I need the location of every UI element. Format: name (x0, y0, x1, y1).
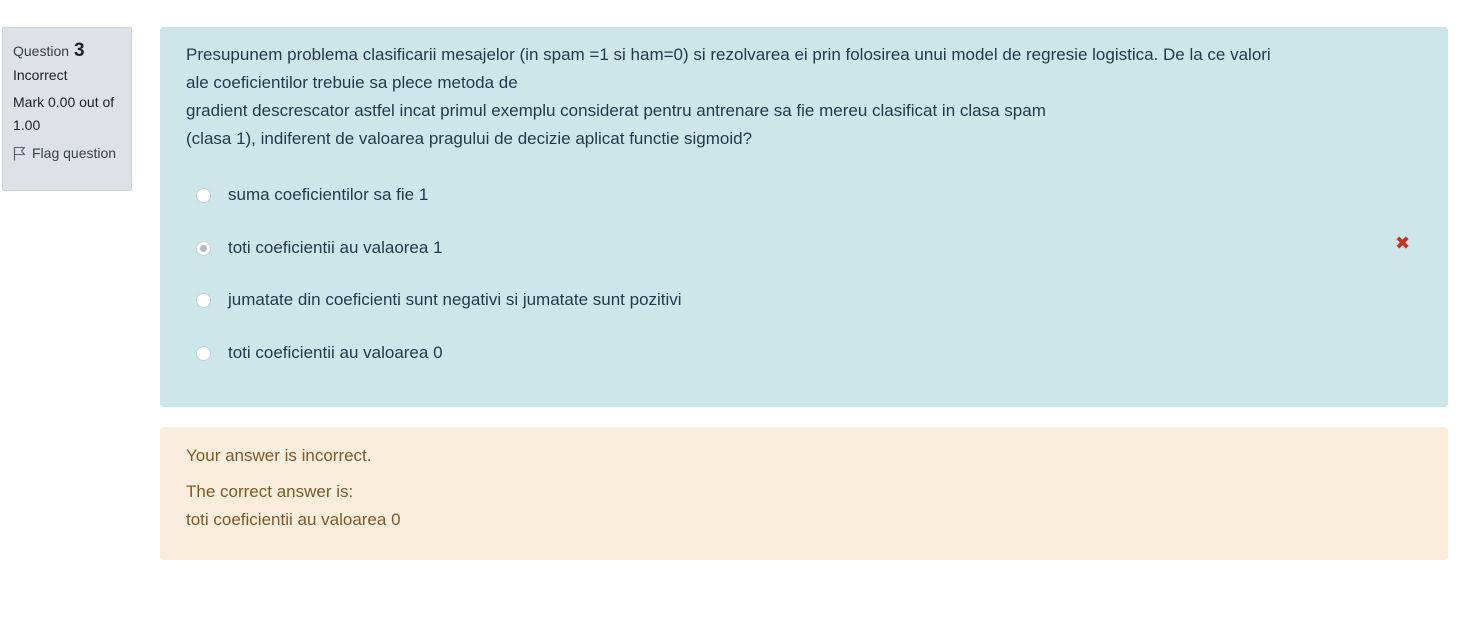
right-answer-intro: The correct answer is: (186, 482, 354, 501)
question-number-value: 3 (74, 39, 85, 61)
answer-option-4[interactable]: toti coeficientii au valoarea 0 (196, 340, 443, 366)
right-answer: The correct answer is: toti coeficientii… (186, 478, 1422, 534)
question-state: Incorrect (13, 67, 68, 83)
answer-label[interactable]: toti coeficientii au valaorea 1 (228, 238, 443, 258)
general-feedback: Your answer is incorrect. (186, 446, 372, 465)
answer-label[interactable]: suma coeficientilor sa fie 1 (228, 185, 428, 205)
answer-label[interactable]: toti coeficientii au valoarea 0 (228, 343, 443, 363)
feedback-panel: Your answer is incorrect. The correct an… (160, 427, 1448, 560)
answer-option-2[interactable]: toti coeficientii au valaorea 1 (196, 235, 443, 261)
question-text-line: gradient descrescator astfel incat primu… (186, 101, 1046, 120)
answer-radio[interactable] (196, 292, 211, 308)
flag-question-label: Flag question (32, 145, 117, 161)
answer-radio[interactable] (196, 187, 211, 203)
question-info-panel: Question 3 Incorrect Mark 0.00 out of 1.… (2, 27, 132, 191)
question-formulation: Presupunem problema clasificarii mesajel… (160, 27, 1448, 407)
question-text-line: Presupunem problema clasificarii mesajel… (186, 45, 1271, 92)
answer-option-3[interactable]: jumatate din coeficienti sunt negativi s… (196, 287, 682, 313)
answer-radio-selected[interactable] (196, 240, 211, 256)
question-label: Question (13, 42, 70, 59)
question-text: Presupunem problema clasificarii mesajel… (186, 41, 1296, 153)
question-grade: Mark 0.00 out of 1.00 (13, 94, 115, 133)
answer-radio[interactable] (196, 345, 211, 361)
answer-option-1[interactable]: suma coeficientilor sa fie 1 (196, 182, 428, 208)
flag-icon (13, 146, 26, 160)
incorrect-x-icon: ✖ (1395, 233, 1411, 253)
flag-question-link[interactable]: Flag question (13, 145, 121, 161)
answer-label[interactable]: jumatate din coeficienti sunt negativi s… (228, 290, 682, 310)
question-text-line: (clasa 1), indiferent de valoarea pragul… (186, 129, 753, 148)
question-number: Question 3 (13, 37, 121, 64)
right-answer-text: toti coeficientii au valoarea 0 (186, 510, 401, 529)
